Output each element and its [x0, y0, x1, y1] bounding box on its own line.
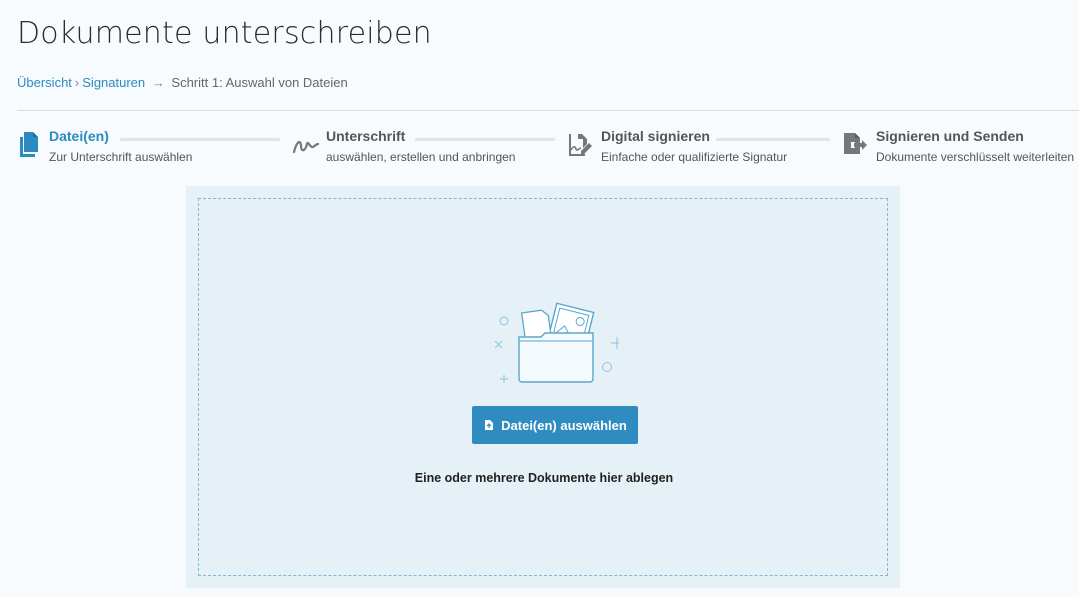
step-connector — [415, 138, 555, 141]
file-dropzone[interactable]: Datei(en) auswählen Eine oder mehrere Do… — [198, 198, 888, 576]
page-title: Dokumente unterschreiben — [17, 16, 432, 51]
step-subtitle: Dokumente verschlüsselt weiterleiten — [876, 150, 1075, 164]
step-sign-and-send: Signieren und Senden Dokumente verschlüs… — [842, 127, 1074, 166]
select-files-button[interactable]: Datei(en) auswählen — [472, 406, 638, 444]
file-upload-icon — [485, 420, 494, 430]
dropzone-hint: Eine oder mehrere Dokumente hier ablegen — [414, 471, 674, 485]
signature-icon — [292, 140, 320, 154]
files-icon — [20, 132, 38, 157]
step-files: Datei(en) Zur Unterschrift auswählen — [17, 127, 192, 166]
breadcrumb-link-overview[interactable]: Übersicht — [17, 75, 72, 90]
step-title: Datei(en) — [49, 128, 109, 144]
breadcrumb-link-signatures[interactable]: Signaturen — [82, 75, 145, 90]
step-title: Signieren und Senden — [876, 128, 1024, 144]
step-progress: Datei(en) Zur Unterschrift auswählen Unt… — [0, 127, 1079, 172]
step-digital-sign: Digital signieren Einfache oder qualifiz… — [567, 127, 787, 166]
step-signature: Unterschrift auswählen, erstellen und an… — [292, 127, 515, 166]
step-title: Unterschrift — [326, 128, 406, 144]
select-files-label: Datei(en) auswählen — [501, 417, 627, 433]
step-connector — [120, 138, 280, 141]
dropzone-container[interactable]: Datei(en) auswählen Eine oder mehrere Do… — [186, 186, 900, 588]
breadcrumb-arrow: → — [151, 75, 165, 90]
step-connector — [716, 138, 830, 141]
send-document-icon — [844, 133, 867, 154]
breadcrumb: Übersicht › Signaturen → Schritt 1: Auswah… — [17, 75, 348, 90]
step-subtitle: Zur Unterschrift auswählen — [49, 150, 193, 164]
breadcrumb-separator: › — [74, 75, 80, 90]
step-subtitle: Einfache oder qualifizierte Signatur — [601, 150, 788, 164]
step-title: Digital signieren — [601, 128, 710, 144]
header-divider — [17, 110, 1079, 111]
digital-sign-icon — [569, 134, 592, 156]
folder-with-documents-illustration — [494, 302, 619, 383]
breadcrumb-current: Schritt 1: Auswahl von Dateien — [171, 75, 348, 90]
step-subtitle: auswählen, erstellen und anbringen — [326, 150, 516, 164]
